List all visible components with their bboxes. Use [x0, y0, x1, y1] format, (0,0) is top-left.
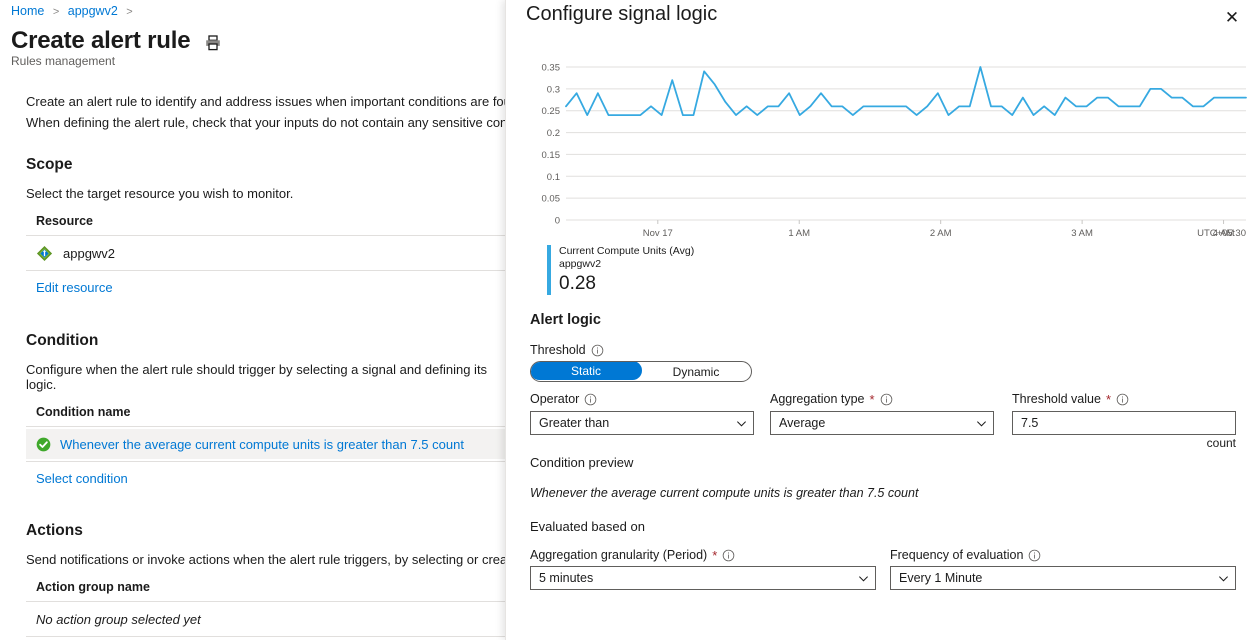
configure-signal-logic-blade: Configure signal logic ✕ 0 0.05 0.1 0.15 0.2…: [505, 0, 1255, 640]
svg-text:0.15: 0.15: [542, 150, 561, 161]
aggregation-type-label-group: Aggregation type *: [770, 392, 893, 406]
legend-current-value: 0.28: [559, 273, 596, 294]
chevron-down-icon: [977, 420, 986, 427]
page-title-row: Create alert rule: [11, 26, 222, 56]
threshold-value-label-group: Threshold value *: [1012, 392, 1129, 406]
frequency-label-group: Frequency of evaluation: [890, 548, 1041, 562]
svg-text:0.35: 0.35: [542, 63, 561, 74]
actions-column-header: Action group name: [36, 580, 150, 594]
evaluated-based-on-heading: Evaluated based on: [530, 519, 645, 534]
threshold-toggle-dynamic[interactable]: Dynamic: [641, 362, 751, 381]
svg-text:3 AM: 3 AM: [1071, 228, 1093, 239]
page-subtitle: Rules management: [11, 54, 116, 68]
legend-resource-name: appgwv2: [559, 258, 602, 270]
threshold-unit-label: count: [1206, 436, 1236, 450]
left-pane-body: Create an alert rule to identify and add…: [0, 92, 505, 640]
actions-description: Send notifications or invoke actions whe…: [26, 552, 505, 567]
threshold-value-label: Threshold value: [1012, 392, 1101, 406]
breadcrumb: Home > appgwv2 >: [11, 3, 138, 20]
breadcrumb-item-home[interactable]: Home: [11, 4, 44, 18]
granularity-value: 5 minutes: [539, 571, 594, 585]
metric-chart-svg: 0 0.05 0.1 0.15 0.2 0.25 0.3 0.35 Nov 17 1 AM 2 AM…: [542, 63, 1247, 239]
operator-label: Operator: [530, 392, 580, 406]
threshold-type-toggle[interactable]: Static Dynamic: [530, 361, 752, 382]
intro-line-1: Create an alert rule to identify and add…: [26, 94, 505, 109]
info-icon[interactable]: [1028, 549, 1041, 562]
svg-text:0.25: 0.25: [542, 106, 561, 117]
chevron-down-icon: [737, 420, 746, 427]
breadcrumb-item-appgwv2[interactable]: appgwv2: [68, 4, 118, 18]
create-alert-rule-pane: Home > appgwv2 > Create alert rule Rules…: [0, 0, 505, 640]
info-icon[interactable]: [591, 344, 604, 357]
green-check-icon: [36, 437, 51, 451]
info-icon[interactable]: [1116, 393, 1129, 406]
blade-title: Configure signal logic: [526, 3, 718, 25]
required-indicator: *: [869, 391, 875, 407]
threshold-value-input[interactable]: [1012, 411, 1236, 435]
granularity-select[interactable]: 5 minutes: [530, 566, 876, 590]
condition-preview-text: Whenever the average current compute uni…: [530, 486, 919, 500]
svg-text:0.2: 0.2: [547, 128, 560, 139]
select-condition-link[interactable]: Select condition: [36, 471, 505, 486]
scope-column-header: Resource: [36, 214, 93, 228]
frequency-select[interactable]: Every 1 Minute: [890, 566, 1236, 590]
condition-preview-heading: Condition preview: [530, 455, 634, 470]
operator-value: Greater than: [539, 416, 610, 430]
actions-heading: Actions: [26, 522, 83, 539]
chart-legend: Current Compute Units (Avg) appgwv2 0.28: [547, 245, 694, 295]
condition-column-header: Condition name: [36, 405, 131, 419]
operator-label-group: Operator: [530, 392, 597, 406]
action-group-empty-text: No action group selected yet: [36, 611, 201, 627]
svg-text:1 AM: 1 AM: [788, 228, 810, 239]
chevron-down-icon: [859, 575, 868, 582]
scope-heading: Scope: [26, 156, 73, 173]
action-group-empty-row: No action group selected yet: [36, 602, 505, 636]
aggregation-type-label: Aggregation type: [770, 392, 865, 406]
scope-resource-name: appgwv2: [63, 245, 116, 261]
page-title: Create alert rule: [11, 27, 191, 54]
frequency-value: Every 1 Minute: [899, 571, 983, 585]
svg-text:0: 0: [555, 216, 560, 227]
close-icon[interactable]: ✕: [1219, 4, 1245, 30]
aggregation-type-select[interactable]: Average: [770, 411, 994, 435]
svg-text:2 AM: 2 AM: [930, 228, 952, 239]
operator-select[interactable]: Greater than: [530, 411, 754, 435]
scope-description: Select the target resource you wish to m…: [26, 186, 294, 201]
legend-metric-name: Current Compute Units (Avg): [559, 245, 695, 257]
chevron-down-icon: [1219, 575, 1228, 582]
threshold-label: Threshold: [530, 343, 586, 357]
breadcrumb-separator-icon: >: [126, 6, 133, 18]
required-indicator: *: [712, 547, 718, 563]
granularity-label-group: Aggregation granularity (Period) *: [530, 548, 735, 562]
print-icon[interactable]: [204, 34, 222, 52]
svg-text:0.1: 0.1: [547, 172, 560, 183]
svg-text:0.05: 0.05: [542, 194, 561, 205]
svg-text:UTC+05:30: UTC+05:30: [1197, 228, 1246, 239]
breadcrumb-separator-icon: >: [52, 6, 60, 18]
info-icon[interactable]: [722, 549, 735, 562]
threshold-toggle-static[interactable]: Static: [531, 362, 642, 380]
info-icon[interactable]: [880, 393, 893, 406]
svg-text:Nov 17: Nov 17: [643, 228, 673, 239]
metric-chart[interactable]: 0 0.05 0.1 0.15 0.2 0.25 0.3 0.35 Nov 17 1 AM 2 AM…: [506, 48, 1255, 248]
legend-color-swatch: [547, 245, 551, 295]
info-icon[interactable]: [584, 393, 597, 406]
svg-text:0.3: 0.3: [547, 84, 560, 95]
intro-line-2: When defining the alert rule, check that…: [26, 115, 505, 130]
threshold-label-group: Threshold: [530, 343, 604, 357]
scope-resource-row[interactable]: appgwv2: [36, 236, 505, 270]
alert-logic-heading: Alert logic: [530, 312, 601, 328]
condition-row-text: Whenever the average current compute uni…: [60, 436, 464, 452]
application-gateway-icon: [36, 245, 53, 261]
condition-heading: Condition: [26, 332, 99, 349]
frequency-label: Frequency of evaluation: [890, 548, 1024, 562]
required-indicator: *: [1105, 391, 1112, 407]
edit-resource-link[interactable]: Edit resource: [36, 280, 505, 295]
condition-row[interactable]: Whenever the average current compute uni…: [26, 429, 505, 459]
condition-description: Configure when the alert rule should tri…: [26, 362, 488, 392]
granularity-label: Aggregation granularity (Period): [530, 548, 708, 562]
aggregation-type-value: Average: [779, 416, 826, 430]
